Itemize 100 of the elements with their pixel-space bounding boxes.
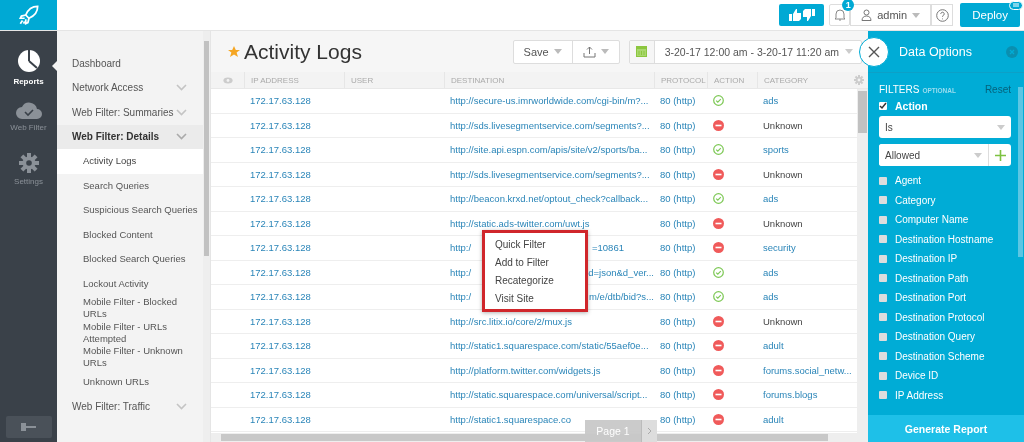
destination-cell[interactable]: http://static1.squarespace.com/static/55aef0e...	[450, 340, 649, 352]
ip-address-cell[interactable]: 172.17.63.128	[244, 358, 344, 382]
reset-link[interactable]: Reset	[984, 84, 1011, 95]
ip-address-cell[interactable]: 172.17.63.128	[244, 383, 344, 407]
destination-cell[interactable]: http://site.api.espn.com/apis/site/v2/sports/ba...	[450, 144, 648, 156]
operator-select[interactable]: Is	[879, 116, 1011, 138]
destination-cell[interactable]: http://static.squarespace.com/universal/script...	[450, 389, 648, 401]
destination-cell[interactable]: http://sds.livesegmentservice.com/segments?...	[450, 168, 650, 180]
scrollbar[interactable]	[203, 31, 210, 442]
eye-icon[interactable]	[222, 76, 233, 84]
star-icon[interactable]	[228, 45, 240, 58]
destination-cell[interactable]: m/e/dtb/bid?s...	[589, 291, 654, 303]
ip-address-cell[interactable]: 172.17.63.128	[244, 113, 344, 137]
menu-item[interactable]: Visit Site	[485, 289, 585, 307]
ip-address-cell[interactable]: 172.17.63.128	[244, 236, 344, 260]
help-button[interactable]	[931, 4, 954, 26]
ip-address-cell[interactable]: 172.17.63.128	[244, 309, 344, 333]
column-header[interactable]: PROTOCOL	[654, 72, 707, 88]
key-button[interactable]	[5, 416, 52, 438]
user-menu[interactable]: admin	[850, 4, 932, 26]
checkbox[interactable]	[879, 254, 887, 263]
column-header[interactable]: DESTINATION	[444, 72, 654, 88]
date-range-picker[interactable]: 3-20-17 12:00 am - 3-20-17 11:20 am	[628, 39, 862, 64]
rail-item[interactable]: Settings	[0, 153, 57, 205]
checkbox[interactable]	[879, 274, 887, 283]
nav-subitem[interactable]: Suspicious Search Queries	[57, 198, 203, 223]
ip-address-cell[interactable]: 172.17.63.128	[244, 187, 344, 211]
checkbox[interactable]	[879, 293, 887, 302]
destination-cell[interactable]: http://beacon.krxd.net/optout_check?callback...	[450, 193, 649, 205]
ip-address-cell[interactable]: 172.17.63.128	[244, 260, 344, 284]
ip-address-cell[interactable]: 172.17.63.128	[244, 89, 344, 113]
rail-item[interactable]: Reports	[0, 49, 57, 101]
protocol-cell[interactable]: 80 (http)	[654, 334, 707, 358]
checkbox[interactable]	[879, 176, 887, 185]
protocol-cell[interactable]: 80 (http)	[654, 260, 707, 284]
settings-icon[interactable]	[853, 75, 864, 85]
menu-item[interactable]: Add to Filter	[485, 253, 585, 271]
logo-tile[interactable]	[0, 0, 57, 30]
nav-item[interactable]: Network Access	[57, 75, 203, 100]
protocol-cell[interactable]: 80 (http)	[654, 138, 707, 162]
scrollbar[interactable]	[857, 89, 868, 433]
checkbox[interactable]	[879, 215, 887, 224]
column-header[interactable]: USER	[344, 72, 444, 88]
category-cell[interactable]: forums.social_netw...	[757, 358, 857, 382]
category-cell[interactable]: adult	[757, 334, 857, 358]
category-cell[interactable]: ads	[757, 187, 857, 211]
ip-address-cell[interactable]: 172.17.63.128	[244, 138, 344, 162]
nav-subitem[interactable]: Blocked Content	[57, 222, 203, 247]
nav-subitem[interactable]: Mobile Filter - Unknown URLs	[57, 345, 203, 370]
nav-subitem[interactable]: Activity Logs	[57, 149, 203, 174]
checkbox[interactable]	[879, 313, 887, 322]
destination-cell[interactable]: http://sds.livesegmentservice.com/segments?...	[450, 119, 650, 131]
nav-subitem[interactable]: Lockout Activity	[57, 271, 203, 296]
nav-subitem[interactable]: Search Queries	[57, 173, 203, 198]
protocol-cell[interactable]: 80 (http)	[654, 309, 707, 333]
destination-cell[interactable]: http://src.litix.io/core/2/mux.js	[450, 315, 572, 327]
protocol-cell[interactable]: 80 (http)	[654, 89, 707, 113]
destination-cell[interactable]: =10861	[592, 242, 624, 254]
destination-cell[interactable]: d=json&d_ver...	[588, 266, 654, 278]
category-cell[interactable]: ads	[757, 285, 857, 309]
menu-item[interactable]: Recategorize	[485, 271, 585, 289]
ip-address-cell[interactable]: 172.17.63.128	[244, 334, 344, 358]
column-header[interactable]: ACTION	[707, 72, 757, 88]
category-cell[interactable]: ads	[757, 89, 857, 113]
checkbox[interactable]	[879, 235, 887, 244]
checkbox[interactable]	[879, 196, 887, 205]
destination-cell[interactable]: http://platform.twitter.com/widgets.js	[450, 364, 601, 376]
destination-cell[interactable]: http://static1.squarespace.co	[450, 413, 571, 425]
category-cell[interactable]: adult	[757, 407, 857, 431]
nav-subitem[interactable]: Mobile Filter - URLs Attempted	[57, 320, 203, 345]
nav-subitem[interactable]: Mobile Filter - Blocked URLs	[57, 296, 203, 321]
column-header[interactable]: CATEGORY	[757, 72, 850, 88]
ip-address-cell[interactable]: 172.17.63.128	[244, 162, 344, 186]
ip-address-cell[interactable]: 172.17.63.128	[244, 211, 344, 235]
protocol-cell[interactable]: 80 (http)	[654, 285, 707, 309]
category-cell[interactable]: security	[757, 236, 857, 260]
protocol-cell[interactable]: 80 (http)	[654, 162, 707, 186]
destination-cell[interactable]: http://secure-us.imrworldwide.com/cgi-bin/m?...	[450, 95, 649, 107]
protocol-cell[interactable]: 80 (http)	[654, 187, 707, 211]
deploy-button[interactable]: Deploy	[960, 3, 1020, 27]
checkbox[interactable]	[879, 391, 887, 400]
category-cell[interactable]: sports	[757, 138, 857, 162]
checkbox[interactable]	[879, 352, 887, 361]
rail-item[interactable]: Web Filter	[0, 101, 57, 153]
column-header[interactable]: IP ADDRESS	[244, 72, 344, 88]
protocol-cell[interactable]: 80 (http)	[654, 113, 707, 137]
protocol-cell[interactable]: 80 (http)	[654, 358, 707, 382]
destination-cell[interactable]: http://static.ads-twitter.com/uwt.js	[450, 217, 590, 229]
close-button[interactable]	[1006, 45, 1018, 58]
category-cell[interactable]: forums.blogs	[757, 383, 857, 407]
protocol-cell[interactable]: 80 (http)	[654, 383, 707, 407]
next-page-button[interactable]	[641, 420, 657, 442]
nav-item[interactable]: Dashboard	[57, 51, 203, 76]
ip-address-cell[interactable]: 172.17.63.128	[244, 407, 344, 431]
ip-address-cell[interactable]: 172.17.63.128	[244, 285, 344, 309]
checkbox[interactable]	[879, 101, 887, 110]
nav-subitem[interactable]: Unknown URLs	[57, 369, 203, 394]
menu-item[interactable]: Quick Filter	[485, 235, 585, 253]
nav-item[interactable]: Web Filter: Summaries	[57, 100, 203, 125]
nav-item[interactable]: Web Filter: Traffic	[57, 394, 203, 419]
